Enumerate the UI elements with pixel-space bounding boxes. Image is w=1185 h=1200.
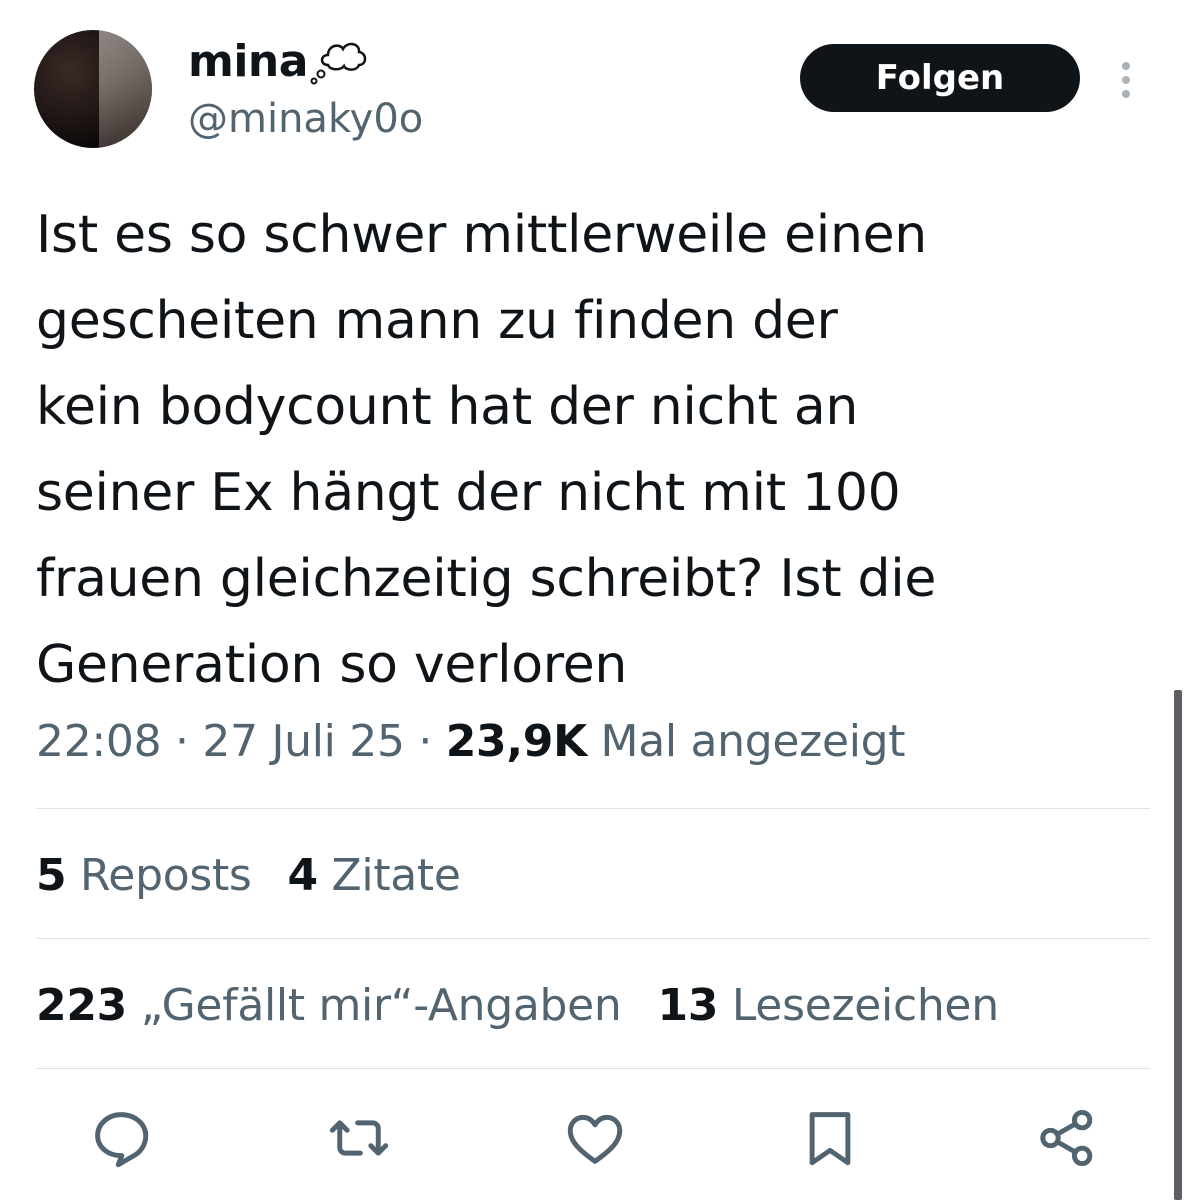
tweet-time[interactable]: 22:08: [36, 716, 162, 767]
scrollbar[interactable]: [1174, 690, 1182, 1200]
divider: [36, 808, 1150, 809]
reposts-label: Reposts: [66, 850, 252, 901]
share-button[interactable]: [1034, 1105, 1100, 1171]
reply-icon: [95, 1112, 149, 1168]
bookmark-icon: [809, 1112, 851, 1166]
reposts-link[interactable]: 5 Reposts: [36, 850, 252, 901]
follow-button[interactable]: Folgen: [800, 44, 1080, 112]
like-button[interactable]: [562, 1105, 628, 1171]
repost-button[interactable]: [326, 1105, 392, 1171]
display-name-text: mina: [188, 36, 308, 87]
bookmarks-count: 13: [657, 980, 719, 1031]
reposts-count: 5: [36, 850, 67, 901]
divider: [36, 1068, 1150, 1069]
bookmarks-link[interactable]: 13 Lesezeichen: [657, 980, 1000, 1031]
tweet-text: Ist es so schwer mittlerweile einen gesc…: [36, 205, 937, 695]
author-handle[interactable]: @minaky0o: [188, 96, 423, 142]
action-bar: [0, 1105, 1185, 1175]
quotes-count: 4: [287, 850, 319, 901]
bookmarks-label: Lesezeichen: [718, 980, 999, 1031]
tweet-meta: 22:08 · 27 Juli 25 · 23,9K Mal angezeigt: [36, 716, 906, 767]
quotes-label: Zitate: [317, 850, 461, 901]
quotes-link[interactable]: 4 Zitate: [288, 850, 461, 901]
reply-button[interactable]: [88, 1105, 154, 1171]
views-count: 23,9K: [445, 716, 587, 767]
bookmark-button[interactable]: [797, 1105, 863, 1171]
more-vertical-icon[interactable]: [1112, 58, 1140, 102]
views-label: Mal angezeigt: [586, 716, 906, 767]
avatar[interactable]: [34, 30, 152, 148]
divider: [36, 938, 1150, 939]
likes-label: „Gefällt mir“-Angaben: [126, 980, 622, 1031]
thought-bubble-icon: [310, 42, 367, 84]
author-display-name[interactable]: mina: [188, 36, 370, 87]
meta-separator: ·: [161, 716, 203, 767]
meta-separator: ·: [404, 716, 446, 767]
likes-count: 223: [36, 980, 127, 1031]
like-stats-row: 223 „Gefällt mir“-Angaben 13 Lesezeichen: [36, 980, 999, 1031]
heart-icon: [567, 1114, 623, 1164]
likes-link[interactable]: 223 „Gefällt mir“-Angaben: [36, 980, 622, 1031]
tweet-date[interactable]: 27 Juli 25: [202, 716, 405, 767]
repost-stats-row: 5 Reposts 4 Zitate: [36, 850, 461, 901]
share-icon: [1040, 1109, 1093, 1167]
repost-icon: [329, 1120, 389, 1156]
